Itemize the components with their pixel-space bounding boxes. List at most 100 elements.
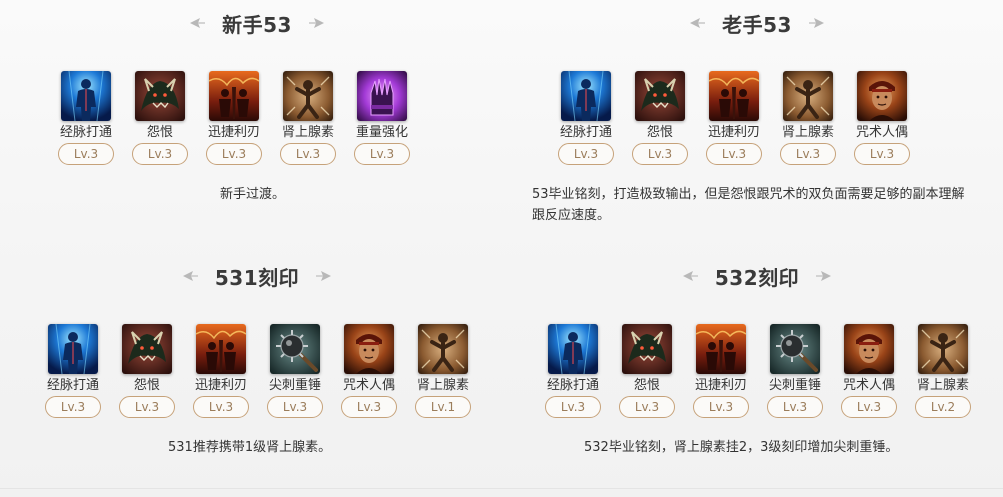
meridian-icon xyxy=(61,71,111,121)
skill-item[interactable]: 怨恨 Lv.3 xyxy=(610,324,684,418)
swift-blade-icon xyxy=(209,71,259,121)
adrenaline-icon xyxy=(783,71,833,121)
skill-item[interactable]: 迅捷利刃 Lv.3 xyxy=(184,324,258,418)
section-title: 老手53 xyxy=(722,12,792,37)
skill-name: 咒术人偶 xyxy=(842,378,895,393)
skill-name: 咒术人偶 xyxy=(342,378,395,393)
skill-item[interactable]: 肾上腺素 Lv.2 xyxy=(906,324,980,418)
skill-name: 迅捷利刃 xyxy=(707,125,760,140)
skill-item[interactable]: 肾上腺素 Lv.3 xyxy=(271,71,345,165)
arrow-right-icon xyxy=(808,18,824,28)
spiked-hammer-icon xyxy=(270,324,320,374)
swift-blade-icon xyxy=(709,71,759,121)
arrow-right-icon xyxy=(816,271,832,281)
arrow-left-icon xyxy=(190,18,206,28)
skill-item[interactable]: 肾上腺素 Lv.1 xyxy=(406,324,480,418)
section-description: 新手过渡。 xyxy=(220,187,286,202)
skill-level-badge: Lv.3 xyxy=(767,396,823,418)
skill-item[interactable]: 怨恨 Lv.3 xyxy=(623,71,697,165)
skill-level-badge: Lv.1 xyxy=(415,396,471,418)
skill-list: 经脉打通 Lv.3 怨恨 Lv.3 迅捷利刃 Lv.3 尖刺重锤 Lv.3 咒术… xyxy=(36,324,480,418)
section-title: 新手53 xyxy=(222,12,292,37)
skill-item[interactable]: 肾上腺素 Lv.3 xyxy=(771,71,845,165)
skill-level-badge: Lv.2 xyxy=(915,396,971,418)
skill-item[interactable]: 迅捷利刃 Lv.3 xyxy=(197,71,271,165)
curse-doll-icon xyxy=(844,324,894,374)
skill-name: 迅捷利刃 xyxy=(694,378,747,393)
arrow-left-icon xyxy=(182,271,198,281)
skill-level-badge: Lv.3 xyxy=(58,143,114,165)
bottom-divider xyxy=(0,488,1003,489)
grudge-icon xyxy=(122,324,172,374)
skill-name: 咒术人偶 xyxy=(855,125,908,140)
skill-name: 肾上腺素 xyxy=(416,378,469,393)
skill-level-badge: Lv.3 xyxy=(545,396,601,418)
section-description: 531推荐携带1级肾上腺素。 xyxy=(168,440,332,455)
skill-level-badge: Lv.3 xyxy=(693,396,749,418)
skill-name: 肾上腺素 xyxy=(281,125,334,140)
skill-name: 经脉打通 xyxy=(46,378,99,393)
section-header-532: 532刻印 xyxy=(650,263,864,290)
skill-item[interactable]: 尖刺重锤 Lv.3 xyxy=(758,324,832,418)
adrenaline-icon xyxy=(918,324,968,374)
skill-item[interactable]: 尖刺重锤 Lv.3 xyxy=(258,324,332,418)
skill-name: 怨恨 xyxy=(646,125,673,140)
swift-blade-icon xyxy=(696,324,746,374)
skill-name: 怨恨 xyxy=(146,125,173,140)
skill-item[interactable]: 怨恨 Lv.3 xyxy=(123,71,197,165)
weight-boost-icon xyxy=(357,71,407,121)
skill-name: 迅捷利刃 xyxy=(194,378,247,393)
spiked-hammer-icon xyxy=(770,324,820,374)
skill-name: 肾上腺素 xyxy=(916,378,969,393)
section-title: 531刻印 xyxy=(214,265,300,290)
arrow-right-icon xyxy=(316,271,332,281)
arrow-left-icon xyxy=(690,18,706,28)
skill-item[interactable]: 经脉打通 Lv.3 xyxy=(36,324,110,418)
section-description: 53毕业铭刻，打造极致输出，但是怨恨跟咒术的双负面需要足够的副本理解跟反应速度。 xyxy=(532,187,965,223)
skill-name: 怨恨 xyxy=(633,378,660,393)
section-header-novice: 新手53 xyxy=(150,10,364,37)
skill-item[interactable]: 咒术人偶 Lv.3 xyxy=(332,324,406,418)
arrow-right-icon xyxy=(308,18,324,28)
skill-level-badge: Lv.3 xyxy=(206,143,262,165)
skill-item[interactable]: 经脉打通 Lv.3 xyxy=(49,71,123,165)
section-header-veteran: 老手53 xyxy=(650,10,864,37)
skill-item[interactable]: 咒术人偶 Lv.3 xyxy=(832,324,906,418)
section-title: 532刻印 xyxy=(714,265,800,290)
skill-item[interactable]: 迅捷利刃 Lv.3 xyxy=(684,324,758,418)
curse-doll-icon xyxy=(344,324,394,374)
section-description: 532毕业铭刻，肾上腺素挂2，3级刻印增加尖刺重锤。 xyxy=(584,440,899,455)
skill-level-badge: Lv.3 xyxy=(854,143,910,165)
meridian-icon xyxy=(48,324,98,374)
skill-level-badge: Lv.3 xyxy=(267,396,323,418)
skill-item[interactable]: 经脉打通 Lv.3 xyxy=(549,71,623,165)
skill-list: 经脉打通 Lv.3 怨恨 Lv.3 迅捷利刃 Lv.3 尖刺重锤 Lv.3 咒术… xyxy=(536,324,980,418)
skill-level-badge: Lv.3 xyxy=(841,396,897,418)
arrow-left-icon xyxy=(682,271,698,281)
skill-item[interactable]: 经脉打通 Lv.3 xyxy=(536,324,610,418)
skill-list: 经脉打通 Lv.3 怨恨 Lv.3 迅捷利刃 Lv.3 肾上腺素 Lv.3 xyxy=(49,71,419,165)
skill-name: 重量强化 xyxy=(355,125,408,140)
skill-level-badge: Lv.3 xyxy=(706,143,762,165)
skill-level-badge: Lv.3 xyxy=(632,143,688,165)
skill-name: 经脉打通 xyxy=(559,125,612,140)
adrenaline-icon xyxy=(283,71,333,121)
curse-doll-icon xyxy=(857,71,907,121)
adrenaline-icon xyxy=(418,324,468,374)
skill-item[interactable]: 咒术人偶 Lv.3 xyxy=(845,71,919,165)
skill-level-badge: Lv.3 xyxy=(780,143,836,165)
skill-item[interactable]: 重量强化 Lv.3 xyxy=(345,71,419,165)
skill-name: 怨恨 xyxy=(133,378,160,393)
skill-level-badge: Lv.3 xyxy=(558,143,614,165)
skill-item[interactable]: 迅捷利刃 Lv.3 xyxy=(697,71,771,165)
skill-item[interactable]: 怨恨 Lv.3 xyxy=(110,324,184,418)
grudge-icon xyxy=(622,324,672,374)
skill-name: 肾上腺素 xyxy=(781,125,834,140)
skill-level-badge: Lv.3 xyxy=(619,396,675,418)
skill-name: 经脉打通 xyxy=(59,125,112,140)
meridian-icon xyxy=(561,71,611,121)
skill-name: 迅捷利刃 xyxy=(207,125,260,140)
skill-level-badge: Lv.3 xyxy=(132,143,188,165)
swift-blade-icon xyxy=(196,324,246,374)
skill-level-badge: Lv.3 xyxy=(354,143,410,165)
